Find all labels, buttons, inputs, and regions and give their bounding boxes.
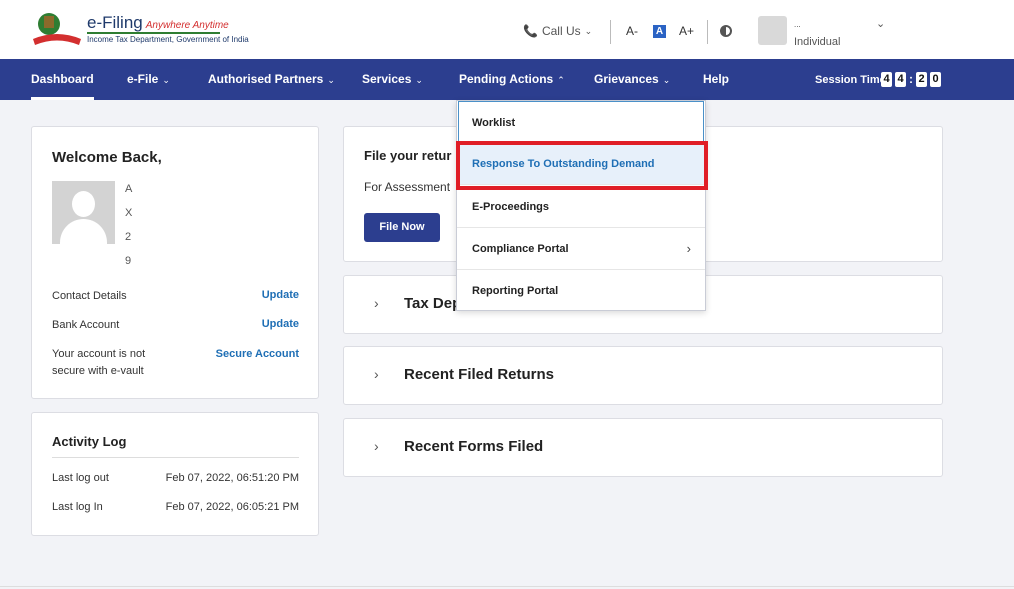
dropdown-item-label: E-Proceedings (472, 201, 550, 213)
contrast-icon[interactable] (720, 25, 732, 37)
accordion-title: Recent Forms Filed (404, 438, 544, 455)
call-us-button[interactable]: 📞 Call Us ⌄ (523, 24, 592, 38)
logo-underline (87, 32, 220, 34)
accordion-title: Recent Filed Returns (404, 366, 555, 383)
chevron-right-icon: › (374, 366, 379, 382)
profile-line: X (125, 207, 133, 219)
dropdown-item-label: Reporting Portal (472, 285, 559, 297)
pending-actions-dropdown: Worklist Response To Outstanding Demand … (456, 100, 706, 311)
dropdown-item-label: Worklist (472, 117, 516, 129)
nav-dashboard[interactable]: Dashboard (31, 59, 94, 100)
chevron-down-icon: ⌄ (662, 75, 671, 85)
activity-log-title: Activity Log (52, 434, 127, 449)
header-divider (610, 20, 611, 44)
file-now-button[interactable]: File Now (364, 213, 440, 242)
nav-authorised-partners[interactable]: Authorised Partners ⌄ (208, 59, 335, 100)
accordion-title: Tax Dep (404, 295, 462, 312)
dropdown-item-reporting-portal[interactable]: Reporting Portal (457, 270, 705, 312)
chevron-down-icon[interactable]: ⌄ (876, 17, 885, 30)
profile-line: 2 (125, 231, 132, 243)
logo-subtitle: Income Tax Department, Government of Ind… (87, 35, 249, 44)
evault-status-line: Your account is not (52, 348, 146, 360)
chevron-down-icon: ⌄ (584, 25, 593, 36)
session-timer: 4 4 : 2 0 (881, 72, 941, 87)
top-header: e-Filing Anywhere Anytime Income Tax Depa… (0, 0, 1014, 59)
nav-help[interactable]: Help (703, 59, 729, 100)
profile-line: A (125, 183, 133, 195)
dropdown-item-worklist[interactable]: Worklist (458, 101, 704, 143)
logo-tagline: Anywhere Anytime (145, 20, 229, 31)
header-divider (707, 20, 708, 44)
chevron-right-icon: › (374, 438, 379, 454)
accordion-recent-forms-filed[interactable]: › Recent Forms Filed (343, 418, 943, 477)
chevron-down-icon: ⌄ (162, 75, 170, 85)
file-return-title: File your retur (364, 148, 452, 163)
avatar-body (60, 219, 107, 244)
chevron-up-icon: ⌃ (557, 75, 565, 85)
profile-line: 9 (125, 255, 132, 267)
nav-grievances[interactable]: Grievances ⌄ (594, 59, 670, 100)
welcome-title: Welcome Back, (52, 149, 162, 166)
main-nav: Dashboard e-File ⌄ Authorised Partners ⌄ S… (0, 59, 1014, 100)
timer-digit: 4 (895, 72, 906, 87)
timer-digit: 4 (881, 72, 892, 87)
user-name: ... (794, 20, 801, 29)
accordion-recent-filed-returns[interactable]: › Recent Filed Returns (343, 346, 943, 405)
activity-log-card: Activity Log Last log out Feb 07, 2022, … (31, 412, 319, 536)
chevron-down-icon: ⌄ (327, 75, 335, 85)
last-login-value: Feb 07, 2022, 06:05:21 PM (165, 501, 299, 513)
emblem-icon (33, 13, 81, 45)
call-us-label: Call Us (541, 24, 581, 38)
divider (52, 457, 299, 458)
contact-details-label: Contact Details (52, 290, 127, 302)
logo-title: e-Filing Anywhere Anytime (87, 13, 229, 32)
chevron-down-icon: ⌄ (415, 75, 423, 85)
session-time-label: Session Time (815, 74, 886, 86)
user-role: Individual (794, 36, 841, 48)
secure-account-link[interactable]: Secure Account (216, 348, 299, 360)
avatar-head (72, 191, 95, 217)
timer-digit: 2 (916, 72, 927, 87)
efiling-logo[interactable]: e-Filing Anywhere Anytime Income Tax Depa… (31, 9, 249, 51)
profile-avatar (52, 181, 115, 244)
nav-efile[interactable]: e-File ⌄ (127, 59, 170, 100)
footer-divider (0, 586, 1014, 587)
last-login-label: Last log In (52, 501, 103, 513)
contact-update-link[interactable]: Update (262, 289, 299, 301)
chevron-right-icon: › (686, 241, 691, 256)
evault-status-label: Your account is not secure with e-vault (52, 346, 145, 380)
timer-digit: 0 (930, 72, 941, 87)
timer-colon: : (909, 72, 913, 86)
dropdown-item-label: Compliance Portal (472, 243, 569, 255)
avatar[interactable] (758, 16, 787, 45)
font-normal-button[interactable]: A (653, 25, 666, 38)
welcome-card: Welcome Back, A X 2 9 Contact Details Up… (31, 126, 319, 399)
dropdown-item-compliance-portal[interactable]: Compliance Portal › (457, 228, 705, 270)
font-increase-button[interactable]: A+ (679, 24, 694, 38)
bank-account-label: Bank Account (52, 319, 120, 331)
last-logout-label: Last log out (52, 472, 109, 484)
nav-services[interactable]: Services ⌄ (362, 59, 423, 100)
evault-status-line: secure with e-vault (52, 365, 144, 377)
dropdown-item-e-proceedings[interactable]: E-Proceedings (457, 186, 705, 228)
nav-pending-actions[interactable]: Pending Actions ⌃ (459, 59, 565, 100)
phone-icon: 📞 (523, 24, 538, 38)
chevron-right-icon: › (374, 295, 379, 311)
last-logout-value: Feb 07, 2022, 06:51:20 PM (165, 472, 299, 484)
assessment-year-label: For Assessment (364, 180, 451, 194)
font-decrease-button[interactable]: A- (626, 24, 638, 38)
bank-update-link[interactable]: Update (262, 318, 299, 330)
highlight-box (456, 141, 708, 190)
